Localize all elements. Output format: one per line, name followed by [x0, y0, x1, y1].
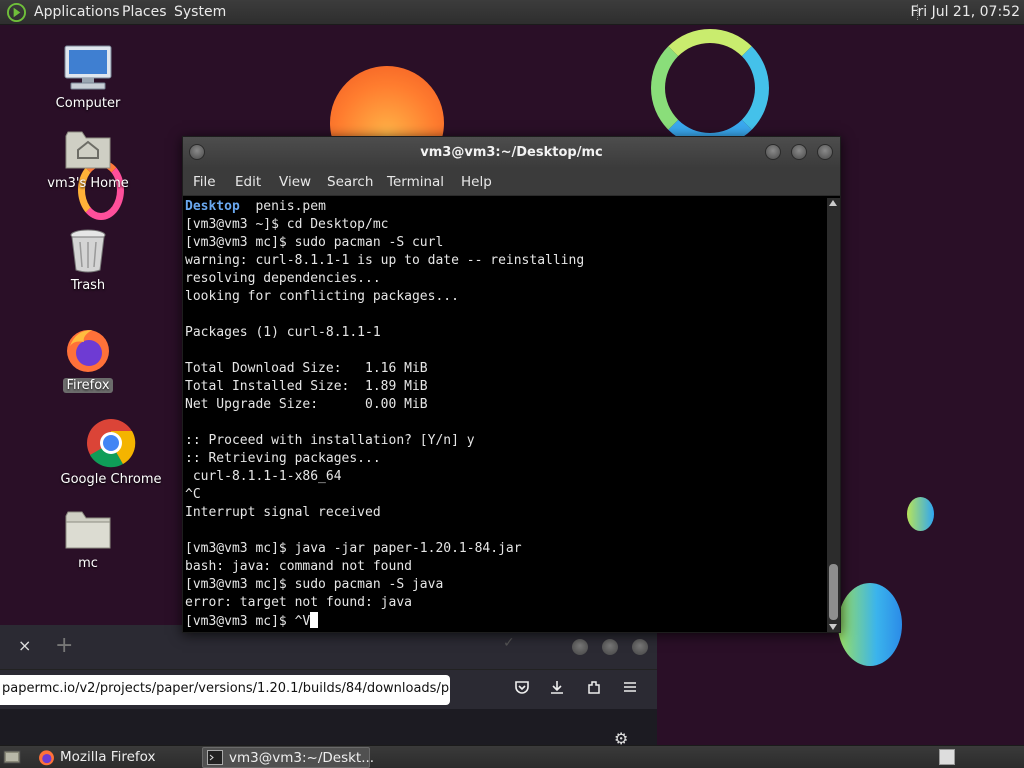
menu-search[interactable]: Search [327, 174, 373, 190]
maximize-button[interactable] [602, 639, 618, 655]
taskbar-item-firefox[interactable]: Mozilla Firefox [34, 747, 194, 768]
wallpaper-ring [651, 29, 769, 147]
terminal-scrollbar[interactable] [827, 198, 840, 632]
terminal-menu-bar: File Edit View Search Terminal Help [183, 168, 840, 196]
desktop-icon-label: Firefox [63, 378, 113, 393]
terminal-line: Total Download Size: 1.16 MiB [185, 361, 428, 376]
terminal-line: looking for conflicting packages... [185, 289, 459, 304]
terminal-line: resolving dependencies... [185, 271, 381, 286]
menu-terminal[interactable]: Terminal [387, 174, 444, 190]
checkmark-icon: ✓ [503, 635, 515, 651]
top-panel: Applications Places System Fri Jul 21, 0… [0, 0, 1024, 25]
show-desktop-icon[interactable] [3, 749, 21, 765]
distro-logo-icon[interactable] [7, 3, 26, 22]
terminal-line: bash: java: command not found [185, 559, 412, 574]
chrome-icon [87, 419, 136, 468]
url-bar[interactable]: papermc.io/v2/projects/paper/versions/1.… [0, 675, 450, 705]
scrollbar-thumb[interactable] [829, 564, 838, 620]
system-menu[interactable]: System [174, 4, 226, 20]
menu-file[interactable]: File [193, 174, 216, 190]
new-tab-icon[interactable]: + [55, 633, 73, 658]
menu-icon[interactable] [620, 679, 640, 699]
menu-view[interactable]: View [279, 174, 311, 190]
wallpaper-pill [907, 497, 934, 531]
firefox-toolbar: papermc.io/v2/projects/paper/versions/1.… [0, 669, 657, 709]
folder-icon [65, 511, 111, 549]
terminal-line: [vm3@vm3 mc]$ sudo pacman -S java [185, 577, 444, 592]
terminal-line: [vm3@vm3 ~]$ cd Desktop/mc [185, 217, 389, 232]
terminal-line: :: Proceed with installation? [Y/n] y [185, 433, 475, 448]
places-menu[interactable]: Places [122, 4, 167, 20]
prompt-text: [vm3@vm3 mc]$ ^V [185, 614, 311, 629]
wallpaper-blob [838, 583, 902, 666]
terminal-output[interactable]: Desktop penis.pem [vm3@vm3 ~]$ cd Deskto… [185, 198, 826, 630]
firefox-icon [67, 330, 109, 372]
terminal-window[interactable]: vm3@vm3:~/Desktop/mc File Edit View Sear… [182, 136, 841, 633]
window-title: vm3@vm3:~/Desktop/mc [420, 145, 603, 160]
desktop-icon-label: Computer [55, 96, 121, 111]
desktop-icon-label: vm3's Home [47, 176, 129, 191]
trash-icon [70, 229, 106, 273]
applications-menu[interactable]: Applications [34, 4, 120, 20]
terminal-line: Packages (1) curl-8.1.1-1 [185, 325, 381, 340]
desktop-icon-computer[interactable]: Computer [33, 44, 143, 111]
taskbar-item-label: Mozilla Firefox [60, 749, 156, 765]
minimize-button[interactable] [572, 639, 588, 655]
terminal-line: [vm3@vm3 mc]$ sudo pacman -S curl [185, 235, 444, 250]
close-button[interactable] [817, 144, 833, 160]
terminal-line: error: target not found: java [185, 595, 412, 610]
terminal-line: ^C [185, 487, 201, 502]
terminal-prompt-line: [vm3@vm3 mc]$ ^V [185, 612, 826, 630]
terminal-icon [207, 750, 223, 765]
desktop-icon-chrome[interactable]: Google Chrome [56, 418, 166, 487]
terminal-lines: [vm3@vm3 ~]$ cd Desktop/mc [vm3@vm3 mc]$ … [185, 216, 826, 612]
text-cursor [310, 612, 319, 628]
download-icon[interactable] [547, 679, 567, 699]
menu-help[interactable]: Help [461, 174, 492, 190]
terminal-line: Interrupt signal received [185, 505, 381, 520]
desktop-icon-label: mc [78, 556, 98, 571]
workspace-switcher[interactable] [939, 749, 955, 765]
desktop-icon-label: Google Chrome [60, 472, 162, 487]
terminal-line: Total Installed Size: 1.89 MiB [185, 379, 428, 394]
taskbar-item-terminal[interactable]: vm3@vm3:~/Deskt... [202, 747, 374, 768]
desktop-icon-firefox[interactable]: Firefox [33, 326, 143, 393]
terminal-line: warning: curl-8.1.1-1 is up to date -- r… [185, 253, 585, 268]
desktop-icon-home[interactable]: vm3's Home [33, 128, 143, 191]
bottom-taskbar: Mozilla Firefox vm3@vm3:~/Deskt... [0, 745, 1024, 768]
terminal-line: Net Upgrade Size: 0.00 MiB [185, 397, 428, 412]
terminal-line: Desktop penis.pem [185, 198, 826, 216]
computer-icon [64, 45, 112, 90]
maximize-button[interactable] [791, 144, 807, 160]
pocket-icon[interactable] [512, 679, 532, 699]
desktop-icon-mc[interactable]: mc [33, 510, 143, 571]
terminal-title-bar[interactable]: vm3@vm3:~/Desktop/mc [183, 137, 840, 168]
directory-name: Desktop [185, 199, 240, 214]
close-button[interactable] [632, 639, 648, 655]
minimize-button[interactable] [765, 144, 781, 160]
taskbar-item-label: vm3@vm3:~/Deskt... [229, 750, 375, 766]
terminal-line: [vm3@vm3 mc]$ java -jar paper-1.20.1-84.… [185, 541, 522, 556]
desktop-icon-trash[interactable]: Trash [33, 228, 143, 293]
file-name: penis.pem [239, 199, 326, 214]
firefox-icon [39, 750, 54, 766]
home-folder-icon [65, 131, 111, 169]
extensions-icon[interactable] [584, 679, 604, 699]
scroll-up-arrow-icon[interactable] [829, 200, 837, 206]
terminal-line: curl-8.1.1-1-x86_64 [185, 469, 342, 484]
terminal-line: :: Retrieving packages... [185, 451, 381, 466]
menu-edit[interactable]: Edit [235, 174, 261, 190]
firefox-window[interactable]: × + ✓ papermc.io/v2/projects/paper/versi… [0, 625, 657, 748]
desktop-icon-label: Trash [70, 278, 106, 293]
scroll-down-arrow-icon[interactable] [829, 624, 837, 630]
close-tab-icon[interactable]: × [18, 636, 31, 655]
firefox-page-content[interactable]: ⚙ [0, 709, 657, 748]
clock[interactable]: Fri Jul 21, 07:52 [910, 4, 1020, 20]
